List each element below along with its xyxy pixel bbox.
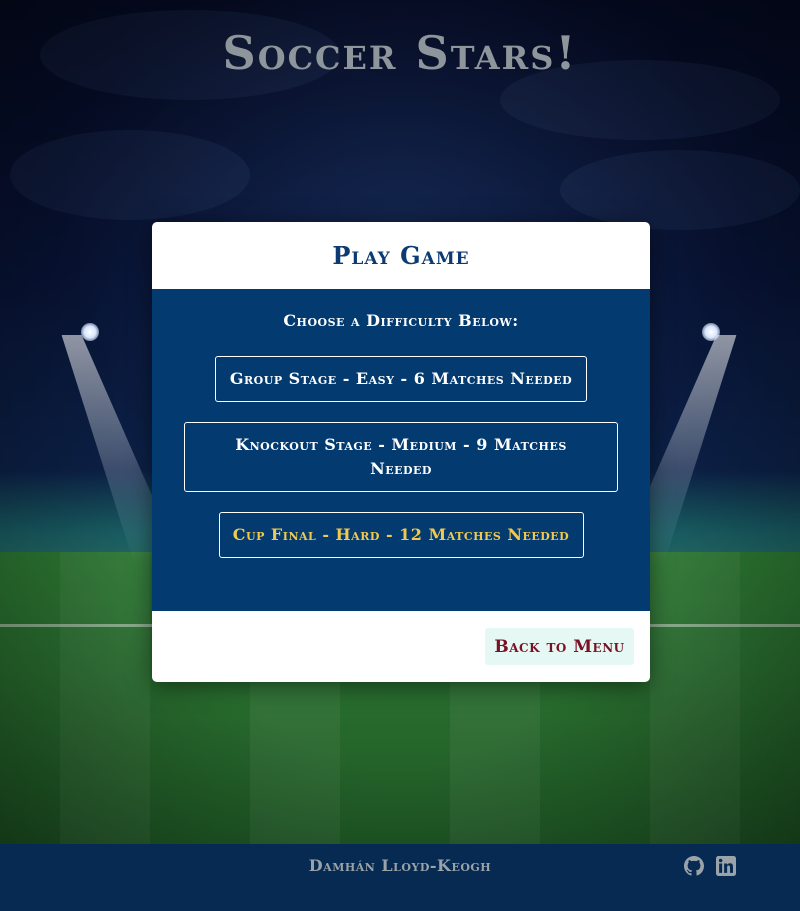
play-game-modal: Play Game Choose a Difficulty Below: Gro… bbox=[152, 222, 650, 682]
github-icon[interactable] bbox=[684, 856, 704, 876]
modal-footer: Back to Menu bbox=[152, 611, 650, 682]
modal-body: Choose a Difficulty Below: Group Stage -… bbox=[152, 289, 650, 611]
back-to-menu-label: Back to Menu bbox=[494, 636, 625, 657]
hard-difficulty-button[interactable]: Cup Final - Hard - 12 Matches Needed bbox=[218, 512, 584, 558]
difficulty-prompt: Choose a Difficulty Below: bbox=[283, 311, 519, 330]
modal-header: Play Game bbox=[152, 222, 650, 289]
easy-difficulty-label: Group Stage - Easy - 6 Matches Needed bbox=[229, 369, 573, 388]
medium-difficulty-button[interactable]: Knockout Stage - Medium - 9 Matches Need… bbox=[184, 422, 618, 492]
page-footer: Damhán Lloyd-Keogh bbox=[0, 844, 800, 911]
game-title: Soccer Stars! bbox=[222, 26, 578, 80]
author-name: Damhán Lloyd-Keogh bbox=[308, 856, 492, 875]
floodlight-icon bbox=[702, 323, 720, 341]
modal-title: Play Game bbox=[332, 241, 470, 270]
easy-difficulty-button[interactable]: Group Stage - Easy - 6 Matches Needed bbox=[215, 356, 587, 402]
back-to-menu-button[interactable]: Back to Menu bbox=[485, 628, 634, 665]
hard-difficulty-label: Cup Final - Hard - 12 Matches Needed bbox=[232, 525, 570, 544]
linkedin-icon[interactable] bbox=[716, 856, 736, 876]
medium-difficulty-label: Knockout Stage - Medium - 9 Matches Need… bbox=[235, 435, 567, 478]
game-screen: Soccer Stars! Play Game Choose a Difficu… bbox=[0, 0, 800, 911]
floodlight-icon bbox=[81, 323, 99, 341]
